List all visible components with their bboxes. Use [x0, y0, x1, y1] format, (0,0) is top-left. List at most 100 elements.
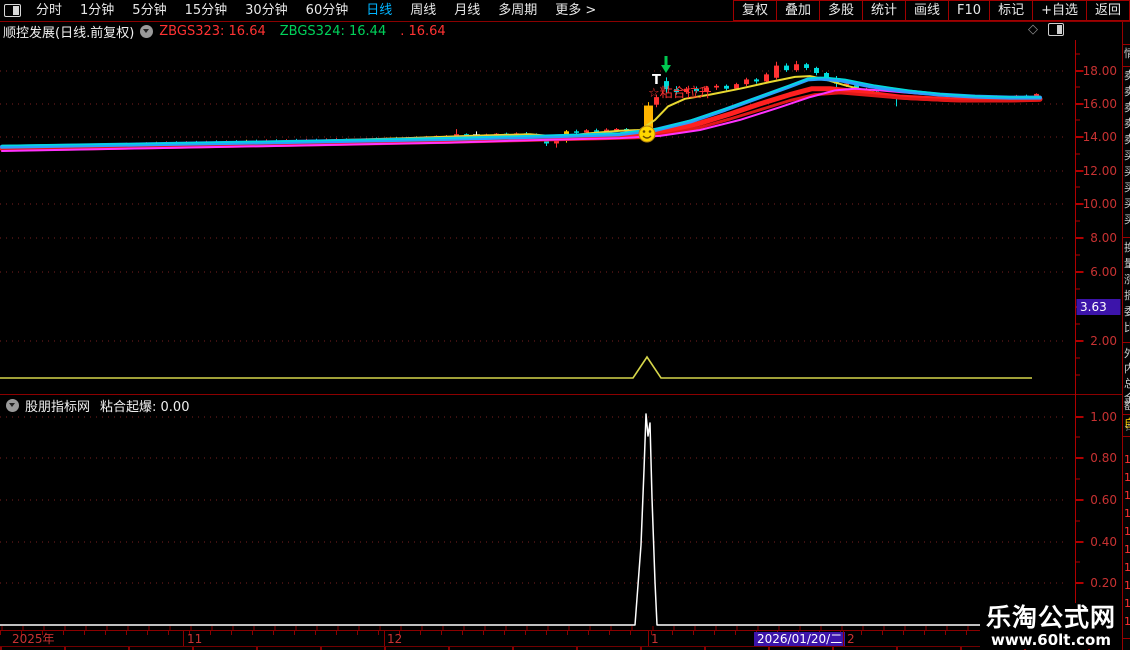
sidebar-row-clipped[interactable]: 委 [1124, 306, 1130, 318]
diamond-icon[interactable]: ◇ [1028, 22, 1038, 37]
indicator-values: ZBGS323: 16.64 ZBGS324: 16.44 . 16.64 [159, 24, 459, 39]
candle-body [594, 130, 599, 132]
indicator-value-2: . 16.64 [400, 23, 446, 39]
menu-item-更多 >[interactable]: 更多 > [546, 0, 605, 21]
candle-body [754, 79, 759, 82]
toolbar-buttons: 复权 叠加 多股 统计 画线 F10 标记 +自选 返回 [732, 0, 1130, 21]
titlebar-icons: ◇ [1028, 22, 1064, 37]
sidebar-row-clipped[interactable]: 1 [1124, 508, 1130, 520]
toolbar-button-叠加[interactable]: 叠加 [775, 0, 820, 21]
date-label: 2025年 [12, 632, 55, 646]
sidebar-row-clipped[interactable]: 买 [1124, 198, 1130, 210]
toolbar-button-复权[interactable]: 复权 [732, 0, 777, 21]
sub-indicator-header: 股朋指标网 粘合起爆: 0.00 [0, 397, 189, 415]
ma-red-slow [0, 91, 1042, 152]
menu-item-60分钟[interactable]: 60分钟 [297, 0, 358, 21]
window-layout-icon[interactable] [4, 4, 21, 17]
date-label: 1 [651, 632, 659, 646]
candle-body [804, 64, 809, 68]
sidebar-row-clipped[interactable]: 比 [1124, 322, 1130, 334]
sidebar-row-clipped[interactable]: 情 [1124, 48, 1130, 60]
green-down-arrow-icon [661, 65, 671, 73]
sidebar-row-clipped[interactable]: 卖 [1124, 134, 1130, 146]
sidebar-row-clipped[interactable]: 1 [1124, 454, 1130, 466]
sidebar-row-clipped[interactable]: 外 [1124, 348, 1130, 360]
period-menu: 分时 1分钟 5分钟 15分钟 30分钟 60分钟 日线 周线 月线 多周期 更多 > [27, 0, 605, 21]
menu-item-分时[interactable]: 分时 [27, 0, 71, 21]
menu-item-多周期[interactable]: 多周期 [489, 0, 546, 21]
toolbar-button-F10[interactable]: F10 [948, 0, 991, 21]
sidebar-row-clipped[interactable]: 买 [1124, 166, 1130, 178]
smiley-eye [642, 130, 646, 133]
sidebar-row-clipped[interactable]: 涨 [1124, 274, 1130, 286]
toolbar-button-多股[interactable]: 多股 [818, 0, 863, 21]
toolbar-button-统计[interactable]: 统计 [862, 0, 907, 21]
sidebar-row-clipped[interactable]: 振 [1124, 290, 1130, 302]
menu-item-30分钟[interactable]: 30分钟 [236, 0, 297, 21]
chart-canvas[interactable]: 18.00 16.00 14.00 12.00 10.00 8.00 6.00 3.63 2.0… [0, 0, 1130, 650]
date-separator [648, 631, 649, 646]
menu-item-1分钟[interactable]: 1分钟 [71, 0, 123, 21]
sidebar-row-clipped[interactable]: 1 [1124, 562, 1130, 574]
axis-label: 12.00 [1083, 164, 1117, 178]
sidebar-row-clipped[interactable]: 1 [1124, 490, 1130, 502]
toolbar-button-+自选[interactable]: +自选 [1032, 0, 1087, 21]
sidebar-row-clipped[interactable]: 买 [1124, 150, 1130, 162]
sidebar-row-clipped[interactable]: 买 [1124, 182, 1130, 194]
chevron-down-icon[interactable] [6, 398, 19, 412]
candle-body [584, 130, 589, 133]
axis-label: 2.00 [1090, 334, 1117, 348]
candle-body [714, 85, 719, 88]
watermark-site-name: 乐淘公式网 [985, 603, 1116, 632]
sidebar-row-clipped[interactable]: 总 [1124, 378, 1130, 390]
chevron-down-icon[interactable] [140, 24, 154, 38]
watermark-site-url: www.60lt.com [990, 631, 1111, 649]
sidebar-row-clipped[interactable]: 卖 [1124, 102, 1130, 114]
sidebar-row-clipped[interactable]: 内 [1124, 363, 1130, 375]
date-label: 12 [387, 632, 403, 646]
date-label-highlight: 2026/01/20/二 [754, 632, 846, 646]
candle-body [744, 79, 749, 85]
stock-title: 顺控发展(日线.前复权) [3, 25, 135, 41]
sidebar-row-clipped[interactable]: 额 [1124, 400, 1130, 412]
menu-item-5分钟[interactable]: 5分钟 [123, 0, 175, 21]
candle-body [794, 64, 799, 71]
toolbar-button-返回[interactable]: 返回 [1085, 0, 1130, 21]
sidebar-row-clipped[interactable]: 量 [1124, 258, 1130, 270]
menu-item-月线[interactable]: 月线 [445, 0, 489, 21]
sidebar-row-clipped[interactable]: 1 [1124, 598, 1130, 610]
candle-body [724, 85, 729, 89]
candle-body [774, 65, 779, 78]
sidebar-row-clipped[interactable]: 卖 [1124, 86, 1130, 98]
indicator-value-1: ZBGS324: 16.44 [279, 23, 387, 39]
candle-body [814, 67, 819, 74]
sidebar-row-clipped[interactable]: 1 [1124, 544, 1130, 556]
axis-label: 14.00 [1083, 130, 1117, 144]
sidebar-row-clipped[interactable]: ☆ [1124, 422, 1130, 434]
sidebar-row-clipped[interactable]: 1 [1124, 526, 1130, 538]
smiley-eye [648, 130, 652, 133]
sidebar-row-clipped[interactable]: 卖 [1124, 118, 1130, 130]
toolbar-button-标记[interactable]: 标记 [989, 0, 1034, 21]
date-ticks [0, 631, 1070, 635]
right-sidebar-clipped[interactable]: 情卖卖卖卖卖买买买买买换量涨振委比外内总金额自☆1111111111 [1122, 22, 1130, 650]
menu-item-日线[interactable]: 日线 [357, 0, 401, 21]
panel-toggle-icon[interactable] [1048, 23, 1064, 36]
menu-item-15分钟[interactable]: 15分钟 [176, 0, 237, 21]
axis-label: 8.00 [1090, 231, 1117, 245]
date-separator [843, 631, 844, 646]
sidebar-row-clipped[interactable]: 买 [1124, 214, 1130, 226]
sidebar-row-clipped[interactable]: 1 [1124, 472, 1130, 484]
main-signal-line [0, 355, 1032, 379]
sidebar-row-clipped[interactable]: 1 [1124, 616, 1130, 628]
date-axis[interactable]: 2025年 11 12 1 2026/01/20/二 2 [0, 630, 1130, 646]
sidebar-separator [1123, 44, 1130, 45]
axis-label-highlight: 3.63 [1080, 300, 1107, 314]
sidebar-row-clipped[interactable]: 1 [1124, 580, 1130, 592]
menu-item-周线[interactable]: 周线 [401, 0, 445, 21]
sidebar-row-clipped[interactable]: 换 [1124, 242, 1130, 254]
toolbar-button-画线[interactable]: 画线 [905, 0, 950, 21]
candle-body [554, 140, 559, 144]
sidebar-row-clipped[interactable]: 卖 [1124, 70, 1130, 82]
